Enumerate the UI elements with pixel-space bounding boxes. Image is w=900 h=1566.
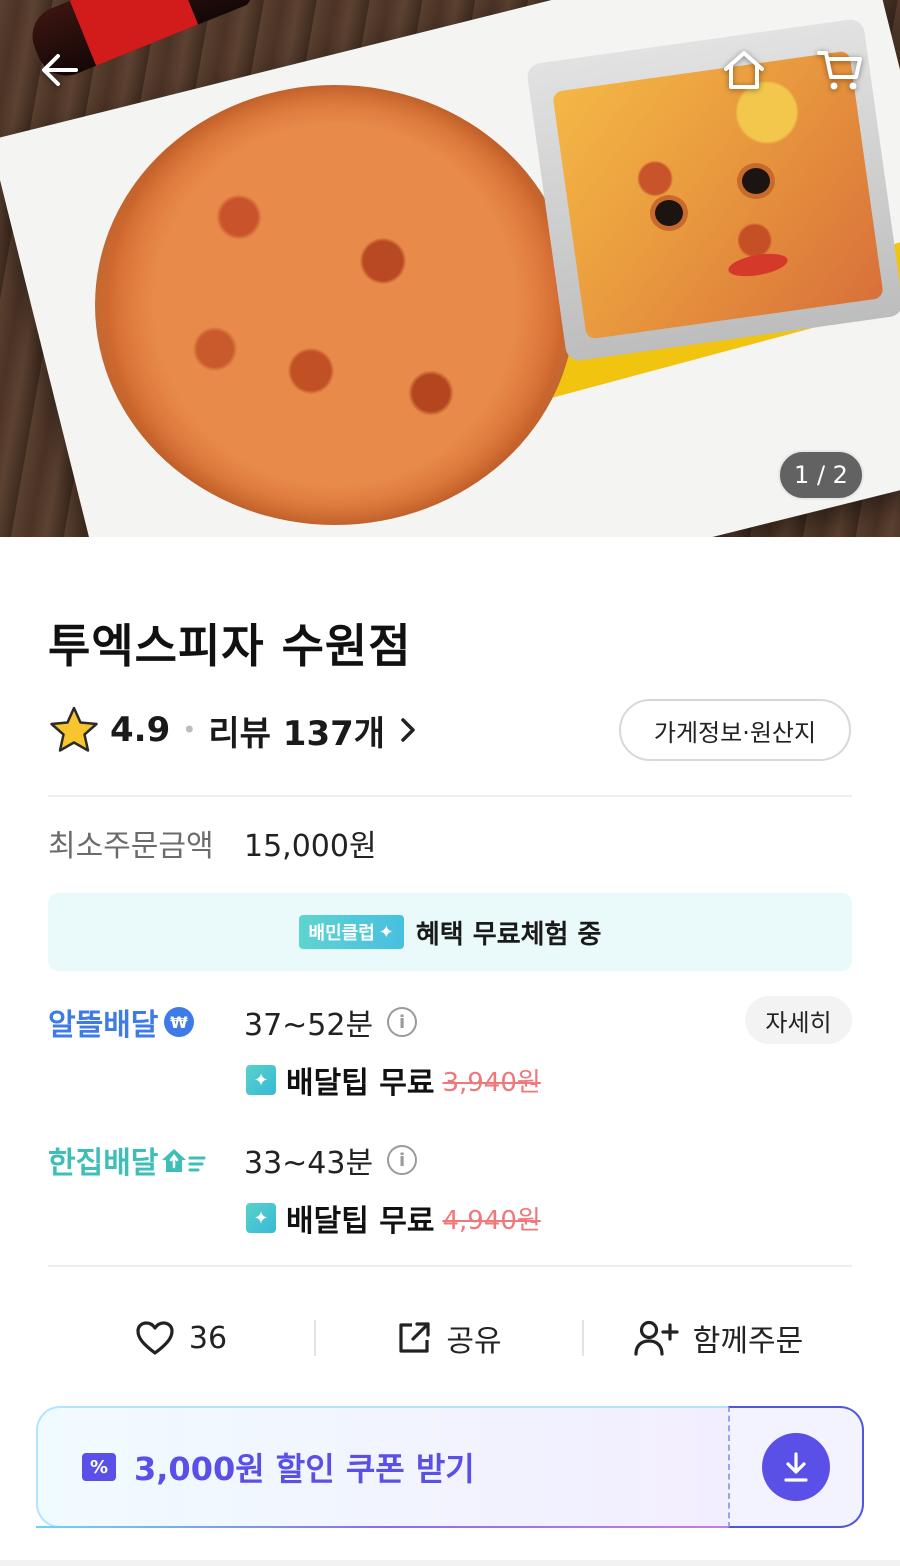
sparkle-icon: ✦ <box>378 921 394 943</box>
bottom-divider <box>0 1560 900 1566</box>
min-order-row: 최소주문금액 15,000원 <box>48 820 377 866</box>
rating-value: 4.9 <box>110 710 171 750</box>
cart-button[interactable] <box>808 38 872 102</box>
share-button[interactable]: 공유 <box>316 1300 582 1376</box>
club-sparkle-icon: ✦ <box>246 1203 276 1233</box>
image-page-counter: 1 / 2 <box>778 450 864 500</box>
baemin-club-tag-label: 배민클럽 <box>308 923 375 944</box>
coupon-text: 3,000원 할인 쿠폰 받기 <box>134 1450 475 1488</box>
delivery-tip-label: 배달팁 무료 <box>286 1066 435 1101</box>
share-icon <box>399 1322 430 1353</box>
chevron-right-icon <box>399 716 417 744</box>
delivery-time: 37~52분 i <box>244 1000 418 1044</box>
club-sparkle-icon: ✦ <box>246 1065 276 1095</box>
delivery-type-name: 알뜰배달 ₩ <box>48 1000 196 1044</box>
delivery-time-value: 37~52분 <box>244 1008 374 1043</box>
baemin-club-banner[interactable]: 배민클럽 ✦ 혜택 무료체험 중 <box>48 893 852 971</box>
store-actions-bar: 36 공유 함께주문 <box>48 1300 852 1376</box>
delivery-tip: ✦ 배달팁 무료 3,940원 <box>246 1058 541 1102</box>
store-info-button[interactable]: 가게정보·원산지 <box>619 699 851 761</box>
delivery-tip-label: 배달팁 무료 <box>286 1204 435 1239</box>
pizza <box>95 85 575 525</box>
delivery-type-label: 한집배달 <box>48 1146 159 1181</box>
download-icon <box>784 1452 808 1482</box>
delivery-time: 33~43분 i <box>244 1138 418 1182</box>
divider <box>48 1265 852 1267</box>
delivery-detail-button[interactable]: 자세히 <box>745 996 852 1044</box>
cart-icon <box>817 51 862 90</box>
fast-house-icon <box>162 1149 206 1172</box>
review-count-link[interactable]: 리뷰 137개 <box>208 706 385 755</box>
add-user-icon <box>634 1320 679 1356</box>
delivery-type-label: 알뜰배달 <box>48 1008 159 1043</box>
delivery-option-saver[interactable]: 알뜰배달 ₩ 37~52분 i ✦ 배달팁 무료 3,940원 <box>48 1000 852 1110</box>
baemin-club-tag: 배민클럽 ✦ <box>298 915 404 949</box>
coupon-banner[interactable]: % 3,000원 할인 쿠폰 받기 <box>36 1406 864 1528</box>
store-name: 투엑스피자 수원점 <box>48 619 412 673</box>
heart-icon <box>136 1321 174 1355</box>
min-order-label: 최소주문금액 <box>48 829 214 864</box>
back-arrow-icon <box>42 54 78 86</box>
delivery-option-single[interactable]: 한집배달 33~43분 i ✦ 배달팁 무료 4,940원 <box>48 1138 852 1248</box>
divider <box>48 795 852 797</box>
min-order-value: 15,000원 <box>244 829 377 864</box>
group-order-button[interactable]: 함께주문 <box>584 1300 852 1376</box>
back-button[interactable] <box>28 38 92 102</box>
info-icon[interactable]: i <box>387 1145 418 1175</box>
info-icon[interactable]: i <box>387 1007 418 1037</box>
rating-row[interactable]: 4.9 • 리뷰 137개 <box>48 700 417 760</box>
like-count: 36 <box>188 1320 228 1356</box>
percent-ticket-icon: % <box>82 1453 116 1481</box>
delivery-type-name: 한집배달 <box>48 1138 208 1182</box>
download-button[interactable] <box>762 1433 830 1501</box>
delivery-tip-original-price: 4,940원 <box>442 1205 541 1236</box>
coupon-text-area[interactable]: % 3,000원 할인 쿠폰 받기 <box>36 1406 728 1528</box>
delivery-time-value: 33~43분 <box>244 1146 374 1181</box>
home-icon <box>724 51 764 89</box>
svg-text:₩: ₩ <box>171 1013 189 1032</box>
won-coin-icon: ₩ <box>164 1007 195 1037</box>
group-order-label: 함께주문 <box>692 1324 804 1359</box>
club-benefit-text: 혜택 무료체험 중 <box>415 919 602 950</box>
delivery-tip: ✦ 배달팁 무료 4,940원 <box>246 1196 541 1240</box>
coupon-download-area[interactable] <box>728 1406 864 1528</box>
like-button[interactable]: 36 <box>48 1300 314 1376</box>
separator-dot: • <box>182 716 197 744</box>
home-button[interactable] <box>712 38 776 102</box>
side-dish-eye-right <box>742 168 770 194</box>
star-icon <box>50 706 98 752</box>
side-dish-eye-left <box>655 200 683 226</box>
share-label: 공유 <box>446 1324 502 1359</box>
delivery-tip-original-price: 3,940원 <box>442 1067 541 1098</box>
